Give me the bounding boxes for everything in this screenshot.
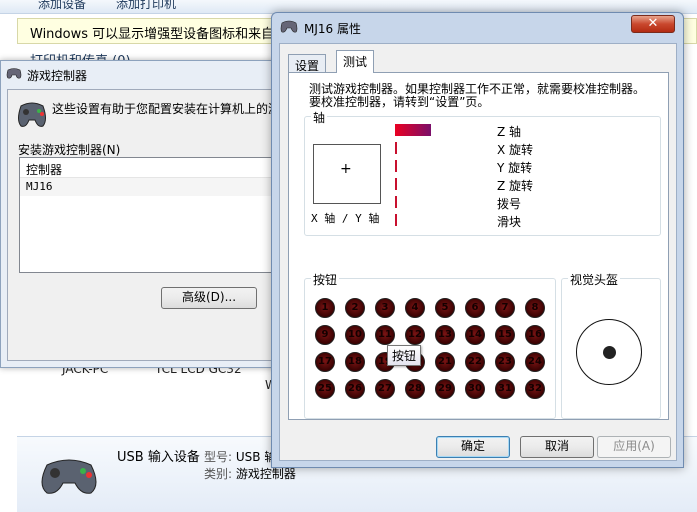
list-item[interactable]: MJ16 <box>20 178 276 196</box>
model-key: 型号: <box>204 450 233 464</box>
joystick-button-indicator: 16 <box>525 325 545 345</box>
joystick-button-indicator: 3 <box>375 298 395 318</box>
joystick-button-indicator: 8 <box>525 298 545 318</box>
axis-row: Z 轴 <box>395 121 655 139</box>
pov-display <box>576 319 642 385</box>
joystick-button-indicator: 32 <box>525 379 545 399</box>
joystick-button-indicator: 9 <box>315 325 335 345</box>
joystick-button-indicator: 15 <box>495 325 515 345</box>
joystick-button-indicator: 18 <box>345 352 365 372</box>
axis-row: Z 旋转 <box>395 175 655 193</box>
joystick-button-indicator: 24 <box>525 352 545 372</box>
add-device-button[interactable]: 添加设备 <box>38 0 86 12</box>
category-key: 类别: <box>204 467 233 481</box>
joystick-button-indicator: 7 <box>495 298 515 318</box>
axis-bar <box>395 196 397 208</box>
axis-name: Z 旋转 <box>497 179 534 193</box>
apply-button[interactable]: 应用(A) <box>597 436 671 458</box>
axis-level-fill <box>395 124 431 136</box>
test-tab-panel: 测试游戏控制器。如果控制器工作不正常，就需要校准控制器。要校准控制器，请转到“设… <box>288 72 669 420</box>
joystick-button-indicator: 22 <box>465 352 485 372</box>
game-controllers-dialog: 游戏控制器 这些设置有助于您配置安装在计算机上的游戏控制器 安装游戏控制器(N)… <box>0 60 328 368</box>
cancel-button[interactable]: 取消 <box>520 436 594 458</box>
axes-group-title: 轴 <box>311 109 328 126</box>
dialog-body: 设置 测试 测试游戏控制器。如果控制器工作不正常，就需要校准控制器。要校准控制器… <box>279 43 677 461</box>
joystick-button-indicator: 17 <box>315 352 335 372</box>
axis-name: Z 轴 <box>497 125 522 139</box>
joystick-button-indicator: 23 <box>495 352 515 372</box>
add-printer-button[interactable]: 添加打印机 <box>116 0 176 12</box>
axis-name: 拨号 <box>497 197 522 211</box>
mj16-properties-dialog: MJ16 属性 ✕ 设置 测试 测试游戏控制器。如果控制器工作不正常，就需要校准… <box>271 12 684 468</box>
axis-row: Y 旋转 <box>395 157 655 175</box>
joystick-button-indicator: 14 <box>465 325 485 345</box>
controllers-list[interactable]: 控制器 MJ16 <box>19 157 277 273</box>
axis-bar <box>395 214 397 226</box>
tab-settings[interactable]: 设置 <box>288 54 327 73</box>
column-header-controller[interactable]: 控制器 <box>20 158 276 178</box>
tab-test[interactable]: 测试 <box>336 50 375 73</box>
joystick-button-indicator: 1 <box>315 298 335 318</box>
gamepad-icon <box>280 20 298 33</box>
pov-group: 视觉头盔 <box>561 271 661 419</box>
joystick-button-indicator: 13 <box>435 325 455 345</box>
joystick-button-indicator: 4 <box>405 298 425 318</box>
joystick-button-indicator: 6 <box>465 298 485 318</box>
gamepad-icon <box>6 68 22 79</box>
axes-group: 轴 + X 轴 / Y 轴 Z 轴 X 旋转 Y 旋转 Z 旋转拨号滑块 <box>304 109 661 236</box>
device-name: USB 输入设备 <box>117 450 200 465</box>
axis-bar <box>395 160 397 172</box>
joystick-button-indicator: 10 <box>345 325 365 345</box>
axis-name: Y 旋转 <box>497 161 533 175</box>
buttons-grid: 1234567891011121314151617181920212223242… <box>315 298 549 399</box>
dialog-title: MJ16 属性 <box>304 22 361 36</box>
gamepad-icon <box>41 459 97 494</box>
buttons-group: 按钮 1234567891011121314151617181920212223… <box>304 271 556 419</box>
joystick-button-indicator: 11 <box>375 325 395 345</box>
axis-row: 拨号 <box>395 193 655 211</box>
joystick-button-indicator: 25 <box>315 379 335 399</box>
joystick-button-indicator: 2 <box>345 298 365 318</box>
close-button[interactable]: ✕ <box>631 15 675 33</box>
joystick-button-indicator: 31 <box>495 379 515 399</box>
crosshair-icon: + <box>340 161 352 177</box>
joystick-button-indicator: 27 <box>375 379 395 399</box>
gamepad-icon <box>18 102 46 127</box>
joystick-button-indicator: 5 <box>435 298 455 318</box>
buttons-group-title: 按钮 <box>311 271 340 288</box>
axis-name: X 旋转 <box>497 143 534 157</box>
axis-name: 滑块 <box>497 215 522 229</box>
pov-indicator <box>603 346 616 359</box>
installed-controllers-label: 安装游戏控制器(N) <box>18 143 121 157</box>
dialog-title: 游戏控制器 <box>27 69 88 83</box>
axis-row: X 旋转 <box>395 139 655 157</box>
axis-bar <box>395 142 397 154</box>
ok-button[interactable]: 确定 <box>436 436 510 458</box>
joystick-button-indicator: 12 <box>405 325 425 345</box>
joystick-button-indicator: 21 <box>435 352 455 372</box>
xy-axis-display: + <box>313 144 381 204</box>
axis-row: 滑块 <box>395 211 655 229</box>
tooltip: 按钮 <box>387 345 422 366</box>
pov-group-title: 视觉头盔 <box>568 271 621 288</box>
joystick-button-indicator: 26 <box>345 379 365 399</box>
advanced-button[interactable]: 高级(D)... <box>161 287 257 309</box>
category-value: 游戏控制器 <box>235 467 296 481</box>
joystick-button-indicator: 29 <box>435 379 455 399</box>
joystick-button-indicator: 30 <box>465 379 485 399</box>
test-description: 测试游戏控制器。如果控制器工作不正常，就需要校准控制器。要校准控制器，请转到“设… <box>309 82 646 109</box>
axis-bar <box>395 178 397 190</box>
joystick-button-indicator: 28 <box>405 379 425 399</box>
title-bar[interactable]: MJ16 属性 ✕ <box>272 13 683 41</box>
xy-axis-label: X 轴 / Y 轴 <box>311 212 380 225</box>
